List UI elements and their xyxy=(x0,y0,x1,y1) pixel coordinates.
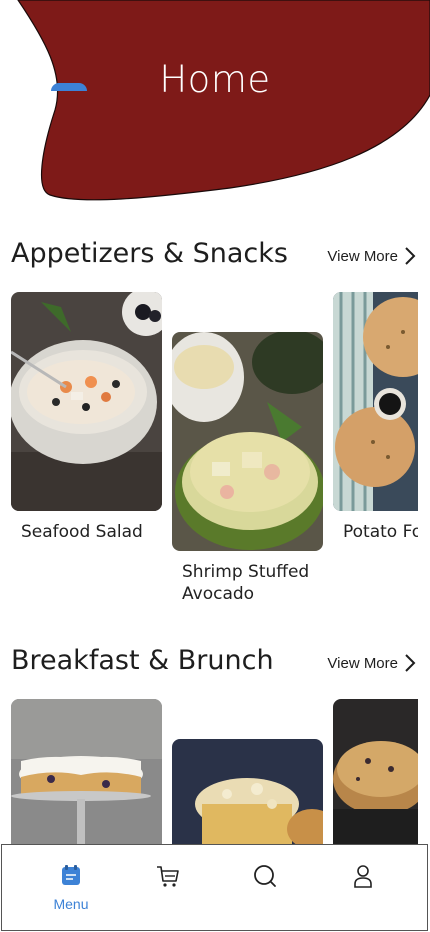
nav-active-indicator xyxy=(51,83,87,91)
breakfast-carousel[interactable] xyxy=(0,697,418,845)
view-more-breakfast[interactable]: View More xyxy=(327,653,416,673)
nav-menu[interactable]: Menu xyxy=(41,863,101,912)
recipe-card[interactable] xyxy=(172,739,323,845)
bottom-nav: Menu xyxy=(1,844,428,931)
view-more-label: View More xyxy=(327,654,398,672)
recipe-name: Seafood Salad xyxy=(21,522,143,542)
streusel-muffin-photo xyxy=(333,699,418,845)
nav-profile[interactable] xyxy=(333,863,393,894)
chevron-right-icon xyxy=(405,247,416,265)
recipe-card[interactable]: Potato Focaccia xyxy=(333,292,418,543)
recipe-name: Shrimp Stuffed Avocado xyxy=(182,562,310,604)
bundt-cake-photo xyxy=(11,699,162,845)
recipe-card[interactable]: Seafood Salad xyxy=(11,292,162,543)
crumb-muffin-photo xyxy=(172,739,323,845)
nav-menu-label: Menu xyxy=(53,896,89,912)
recipe-name: Potato Focaccia xyxy=(343,522,418,542)
nav-cart[interactable] xyxy=(138,863,198,894)
recipe-card[interactable] xyxy=(333,699,418,845)
search-icon xyxy=(254,865,276,887)
chevron-right-icon xyxy=(405,654,416,672)
potato-focaccia-photo xyxy=(333,292,418,511)
view-more-appetizers[interactable]: View More xyxy=(327,246,416,266)
profile-icon xyxy=(354,865,372,888)
header-blob xyxy=(17,0,430,201)
shrimp-avocado-photo xyxy=(172,332,323,551)
cart-icon xyxy=(157,866,179,887)
recipe-card[interactable] xyxy=(11,699,162,845)
nav-search[interactable] xyxy=(235,863,295,894)
view-more-label: View More xyxy=(327,247,398,265)
page-title: Home xyxy=(159,58,271,101)
seafood-salad-photo xyxy=(11,292,162,511)
appetizers-carousel[interactable]: Seafood Salad Shrimp Stuffed Avocado Pot… xyxy=(0,290,418,620)
section-title-appetizers: Appetizers & Snacks xyxy=(11,238,288,269)
menu-book-icon xyxy=(62,865,80,885)
recipe-card[interactable]: Shrimp Stuffed Avocado xyxy=(172,332,323,605)
section-title-breakfast: Breakfast & Brunch xyxy=(11,645,274,676)
